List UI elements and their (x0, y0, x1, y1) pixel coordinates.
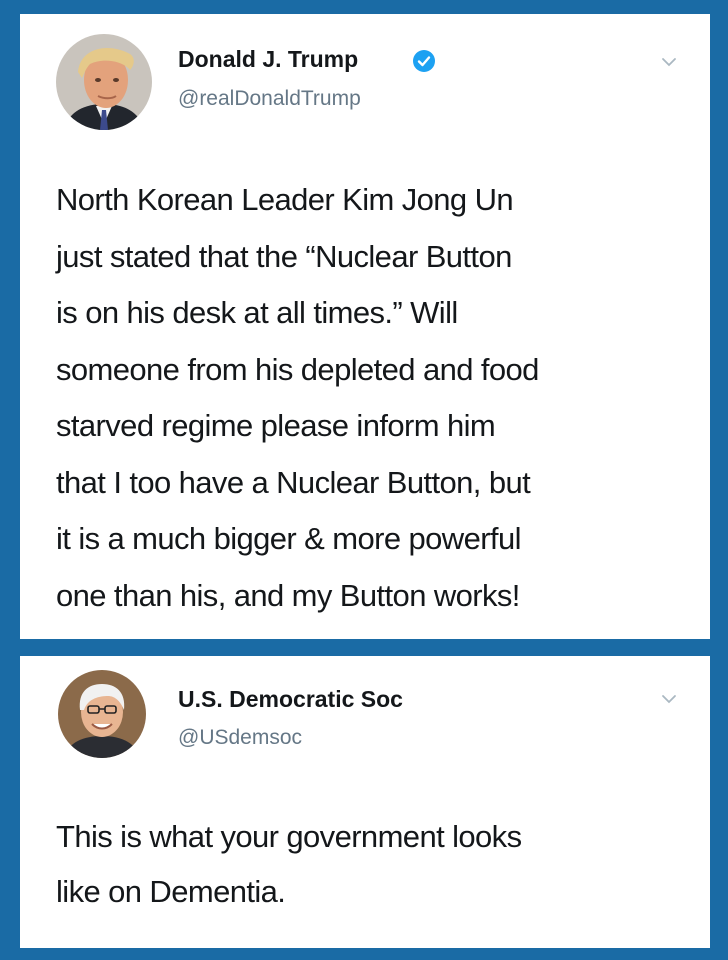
tweet-text-line: just stated that the “Nuclear Button (56, 238, 512, 274)
user-handle[interactable]: @USdemsoc (178, 726, 302, 750)
tweet-text: North Korean Leader Kim Jong Un just sta… (56, 172, 539, 624)
tweet-text-line: one than his, and my Button works! (56, 577, 520, 613)
tweet-text-line: it is a much bigger & more powerful (56, 521, 521, 556)
verified-badge-icon (413, 50, 435, 72)
tweet-text-line: that I too have a Nuclear Button, but (56, 464, 531, 500)
avatar[interactable] (58, 670, 146, 758)
tweet-text-line: like on Dementia. (56, 874, 286, 909)
tweet-text-line: North Korean Leader Kim Jong Un (56, 182, 514, 217)
display-name[interactable]: U.S. Democratic Soc (178, 686, 403, 713)
avatar-photo-icon (58, 670, 146, 758)
display-name[interactable]: Donald J. Trump (178, 46, 358, 73)
tweet-card-trump: Donald J. Trump @realDonaldTrump North K… (20, 14, 710, 639)
tweet-text-line: This is what your government looks (56, 819, 522, 854)
tweet-text-line: someone from his depleted and food (56, 351, 539, 387)
user-handle[interactable]: @realDonaldTrump (178, 87, 361, 111)
avatar[interactable] (56, 34, 152, 130)
chevron-down-icon[interactable] (661, 694, 677, 704)
tweet-card-usdemsoc: U.S. Democratic Soc @USdemsoc This is wh… (20, 656, 710, 948)
tweet-text-line: is on his desk at all times.” Will (56, 295, 458, 330)
tweet-text: This is what your government looks like … (56, 809, 522, 919)
avatar-photo-icon (56, 34, 152, 130)
chevron-down-icon[interactable] (661, 57, 677, 67)
tweet-text-line: starved regime please inform him (56, 408, 496, 443)
